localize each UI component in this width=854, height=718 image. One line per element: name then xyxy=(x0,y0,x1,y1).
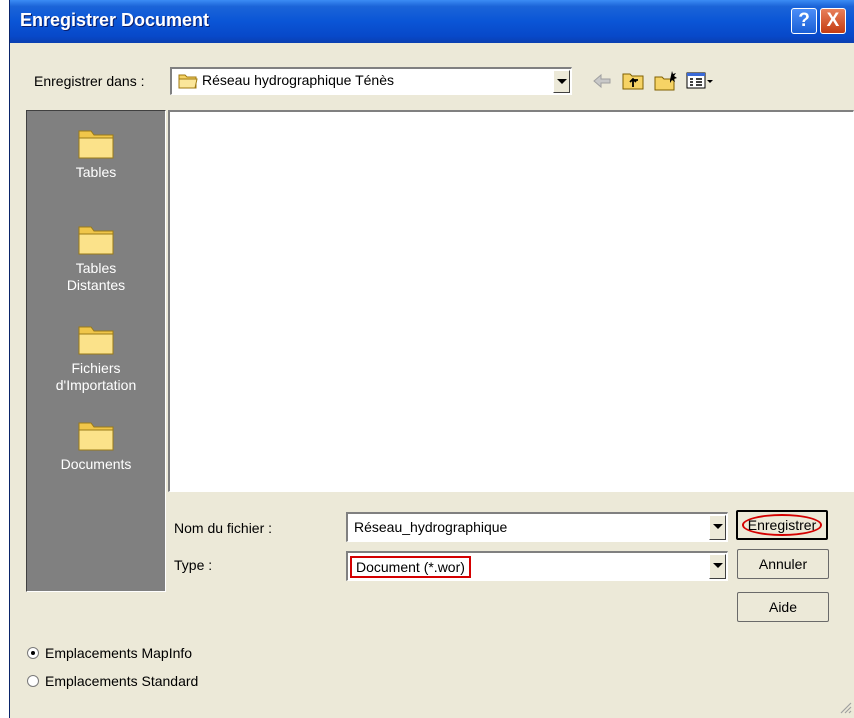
place-tables-distantes[interactable]: Tables Distantes xyxy=(27,223,165,294)
places-bar: Tables Tables Distantes Fichiers d'Impor… xyxy=(26,110,166,592)
place-documents[interactable]: Documents xyxy=(27,419,165,473)
folder-icon xyxy=(76,323,116,357)
close-title-button[interactable]: X xyxy=(820,8,846,34)
help-title-button[interactable]: ? xyxy=(791,8,817,34)
view-menu-icon[interactable] xyxy=(685,70,715,92)
type-dropdown[interactable]: Document (*.wor) xyxy=(346,551,728,581)
save-in-value: Réseau hydrographique Ténès xyxy=(202,72,394,88)
save-dialog: Enregistrer Document ? X Enregistrer dan… xyxy=(9,0,854,718)
place-tables[interactable]: Tables xyxy=(27,127,165,181)
up-folder-icon[interactable] xyxy=(621,70,645,92)
mapinfo-locations-label: Emplacements MapInfo xyxy=(45,645,193,661)
folder-icon xyxy=(76,223,116,257)
resize-grip-icon[interactable] xyxy=(838,700,852,717)
type-arrow[interactable] xyxy=(709,554,726,579)
file-name-input[interactable]: Réseau_hydrographique xyxy=(346,512,728,542)
place-fichiers-importation[interactable]: Fichiers d'Importation xyxy=(27,323,165,394)
mapinfo-locations-radio[interactable] xyxy=(27,647,39,659)
place-label: Tables Distantes xyxy=(66,260,126,293)
back-arrow-icon[interactable] xyxy=(591,70,613,92)
file-list[interactable] xyxy=(168,110,854,492)
file-name-value: Réseau_hydrographique xyxy=(354,519,508,535)
standard-locations-label: Emplacements Standard xyxy=(45,673,199,689)
title-bar[interactable]: Enregistrer Document ? X xyxy=(10,0,854,43)
type-value: Document (*.wor) xyxy=(350,556,471,578)
folder-icon xyxy=(76,419,116,453)
folder-icon xyxy=(76,127,116,161)
save-in-label: Enregistrer dans : xyxy=(34,73,145,89)
save-button-label: Enregistrer xyxy=(741,514,823,536)
folder-open-icon xyxy=(178,73,198,92)
dialog-title: Enregistrer Document xyxy=(20,10,210,30)
help-button[interactable]: Aide xyxy=(737,592,829,622)
cancel-button[interactable]: Annuler xyxy=(737,549,829,579)
new-folder-icon[interactable] xyxy=(653,70,679,92)
file-name-label: Nom du fichier : xyxy=(174,520,273,536)
place-label: Documents xyxy=(60,456,132,472)
place-label: Tables xyxy=(75,164,117,180)
type-label: Type : xyxy=(174,557,213,573)
save-button[interactable]: Enregistrer xyxy=(736,510,828,540)
place-label: Fichiers d'Importation xyxy=(55,360,137,393)
save-in-dropdown[interactable]: Réseau hydrographique Ténès xyxy=(170,67,572,95)
save-in-arrow[interactable] xyxy=(553,70,570,93)
file-name-arrow[interactable] xyxy=(709,515,726,540)
standard-locations-radio[interactable] xyxy=(27,675,39,687)
